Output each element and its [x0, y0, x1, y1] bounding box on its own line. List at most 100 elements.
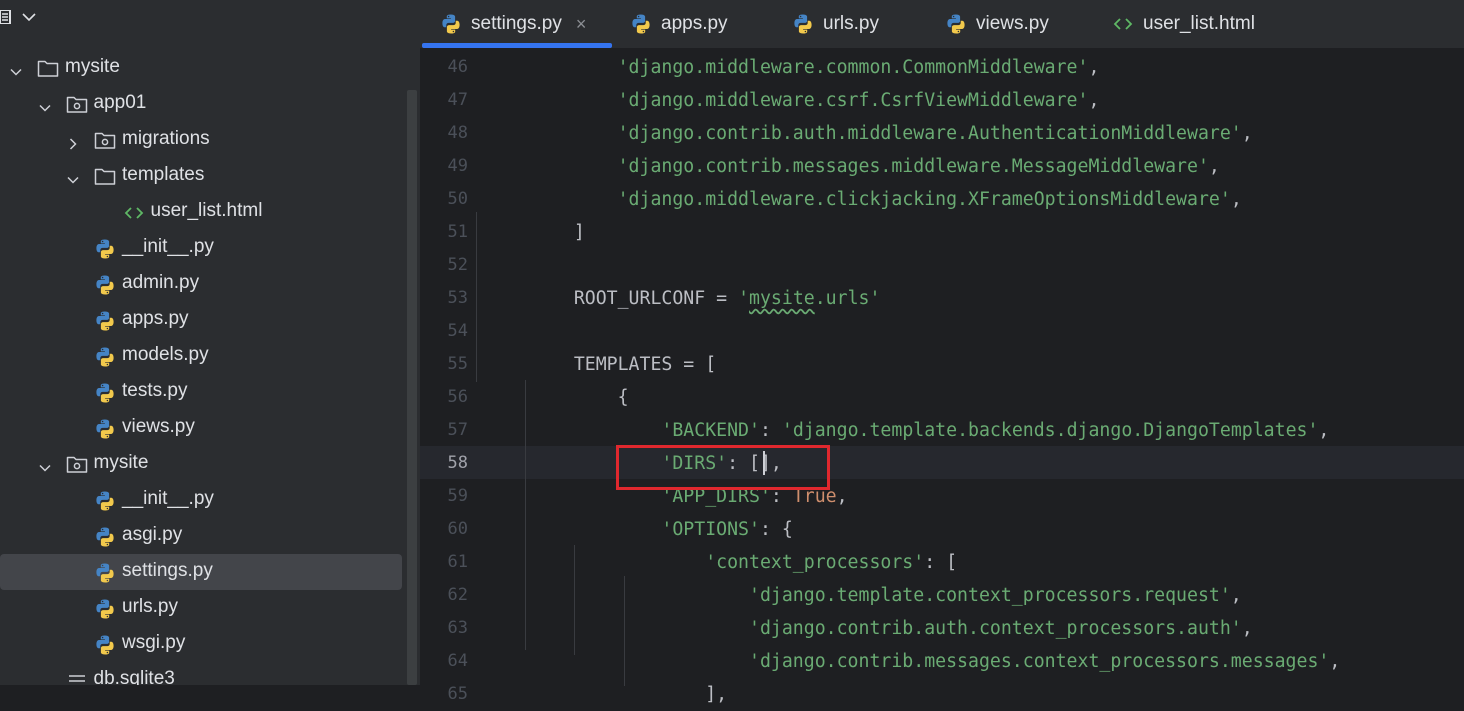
code-line[interactable]: 'context_processors': [: [530, 546, 957, 579]
code-line[interactable]: ],: [530, 678, 727, 711]
code-string: .urls': [814, 288, 881, 309]
code-line[interactable]: 'django.middleware.csrf.CsrfViewMiddlewa…: [530, 84, 1100, 117]
editor-tab[interactable]: urls.py: [792, 0, 879, 48]
chevron-down-icon[interactable]: [38, 98, 51, 112]
tree-item-label: asgi.py: [122, 524, 183, 545]
python-file-icon: [792, 13, 814, 35]
editor-tab-label: urls.py: [823, 13, 879, 34]
code-line[interactable]: 'django.middleware.common.CommonMiddlewa…: [530, 51, 1100, 84]
code-line[interactable]: 'django.contrib.auth.middleware.Authenti…: [530, 117, 1253, 150]
line-number: 65: [447, 684, 468, 704]
tree-item[interactable]: user_list.html: [0, 194, 405, 230]
close-tab-icon[interactable]: ×: [576, 14, 587, 35]
tree-item[interactable]: wsgi.py: [0, 626, 405, 662]
code-line[interactable]: 'APP_DIRS': True,: [530, 480, 848, 513]
code-punctuation: ,: [1230, 189, 1242, 210]
line-number: 51: [447, 222, 468, 242]
tree-item[interactable]: models.py: [0, 338, 405, 374]
code-line[interactable]: 'BACKEND': 'django.template.backends.dja…: [530, 414, 1329, 447]
python-file-icon: [94, 346, 116, 367]
python-file-icon: [94, 238, 116, 259]
tree-item[interactable]: db.sqlite3: [0, 662, 405, 685]
tree-item[interactable]: app01: [0, 86, 405, 122]
tree-item-label: __init__.py: [122, 236, 214, 257]
editor-tab-label: views.py: [976, 13, 1049, 34]
tree-item[interactable]: mysite: [0, 446, 405, 482]
tree-item[interactable]: urls.py: [0, 590, 405, 626]
tree-item-label: mysite: [65, 56, 120, 77]
code-string: 'django.contrib.messages.context_process…: [749, 651, 1330, 672]
tree-item[interactable]: mysite: [0, 50, 405, 86]
editor-tab[interactable]: apps.py: [630, 0, 728, 48]
editor-tab[interactable]: views.py: [945, 0, 1049, 48]
chevron-down-icon[interactable]: [10, 62, 22, 76]
project-tool-window: mysite app01 migrations templates user_l…: [0, 0, 420, 685]
code-punctuation: :: [770, 486, 793, 507]
code-string: ': [738, 288, 750, 309]
code-line[interactable]: TEMPLATES = [: [530, 348, 716, 381]
code-punctuation: : {: [759, 519, 793, 540]
code-line[interactable]: 'django.contrib.messages.context_process…: [530, 645, 1340, 678]
code-line[interactable]: 'django.middleware.clickjacking.XFrameOp…: [530, 183, 1242, 216]
code-punctuation: ,: [836, 486, 848, 507]
tree-item[interactable]: settings.py: [0, 554, 402, 590]
tree-item[interactable]: apps.py: [0, 302, 405, 338]
code-string: 'django.middleware.csrf.CsrfViewMiddlewa…: [617, 90, 1089, 111]
tree-item[interactable]: __init__.py: [0, 482, 405, 518]
line-number: 52: [447, 255, 468, 275]
chevron-right-icon[interactable]: [67, 134, 79, 150]
line-number: 60: [447, 519, 468, 539]
editor-tab[interactable]: settings.py ×: [440, 0, 586, 48]
code-line[interactable]: ROOT_URLCONF = 'mysite.urls': [530, 282, 881, 315]
tree-item[interactable]: templates: [0, 158, 405, 194]
code-line[interactable]: 'django.contrib.auth.context_processors.…: [530, 612, 1253, 645]
code-text: ],: [705, 684, 728, 705]
code-line[interactable]: ]: [530, 216, 585, 249]
chevron-down-icon[interactable]: [22, 12, 36, 22]
code-string: 'APP_DIRS': [661, 486, 771, 507]
code-string: 'django.contrib.auth.context_processors.…: [749, 618, 1242, 639]
code-string: 'django.middleware.clickjacking.XFrameOp…: [617, 189, 1231, 210]
code-line[interactable]: 'DIRS': [],: [530, 447, 781, 480]
tree-item[interactable]: admin.py: [0, 266, 405, 302]
line-number: 62: [447, 585, 468, 605]
python-file-icon: [94, 598, 116, 619]
tree-item[interactable]: asgi.py: [0, 518, 405, 554]
python-file-icon: [94, 490, 116, 511]
chevron-down-icon[interactable]: [38, 458, 51, 472]
code-line[interactable]: 'django.template.context_processors.requ…: [530, 579, 1242, 612]
project-view-icon[interactable]: [0, 10, 12, 24]
tree-item[interactable]: __init__.py: [0, 230, 405, 266]
code-punctuation: : [: [924, 552, 958, 573]
indent-guide: [574, 545, 575, 655]
tree-item[interactable]: migrations: [0, 122, 405, 158]
code-line[interactable]: 'django.contrib.messages.middleware.Mess…: [530, 150, 1220, 183]
editor-tab[interactable]: user_list.html: [1112, 0, 1255, 48]
editor-area: settings.py × apps.py urls.py views.py us…: [420, 0, 1464, 705]
editor-tab-bar: settings.py × apps.py urls.py views.py us…: [420, 0, 1464, 49]
line-number: 57: [447, 420, 468, 440]
code-punctuation: ,: [1088, 57, 1100, 78]
line-number: 64: [447, 651, 468, 671]
code-line[interactable]: 'OPTIONS': {: [530, 513, 793, 546]
sidebar-scrollbar[interactable]: [407, 90, 417, 685]
package-folder-icon: [66, 454, 88, 474]
tree-item-label: app01: [93, 92, 147, 113]
tree-item-label: settings.py: [122, 560, 213, 581]
code-line[interactable]: {: [530, 381, 629, 414]
chevron-down-icon[interactable]: [67, 170, 79, 184]
tree-item[interactable]: tests.py: [0, 374, 405, 410]
line-number: 55: [447, 354, 468, 374]
tree-item[interactable]: views.py: [0, 410, 405, 446]
